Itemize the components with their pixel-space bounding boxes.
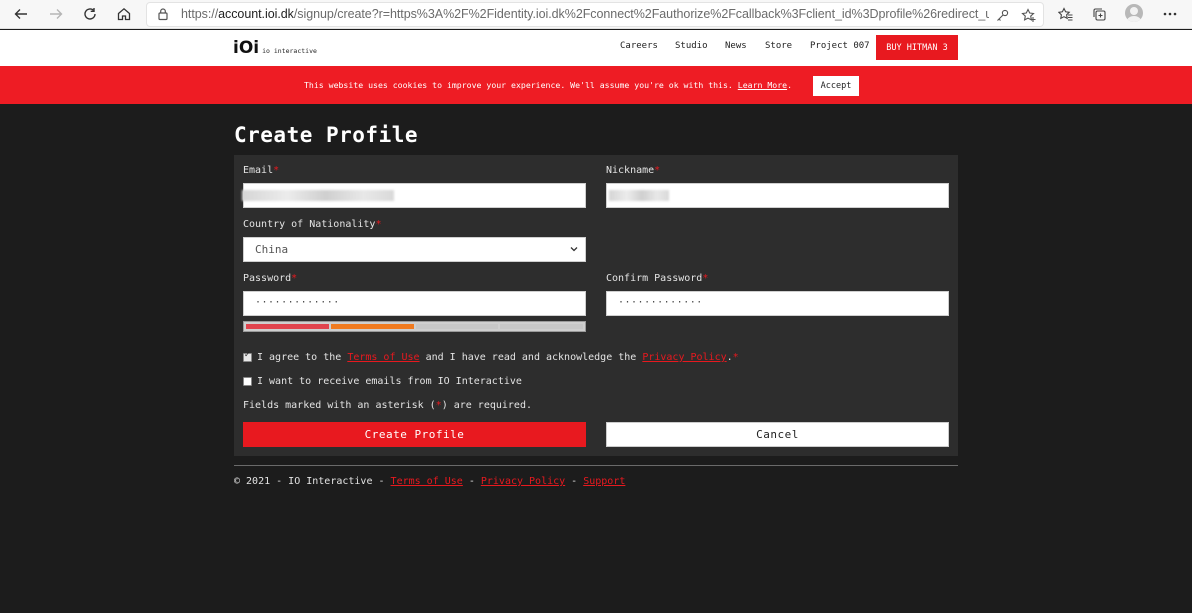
country-label: Country of Nationality* <box>243 219 381 230</box>
footer-separator: - <box>565 476 584 487</box>
forward-arrow-icon[interactable] <box>44 3 68 25</box>
country-label-text: Country of Nationality <box>243 219 376 230</box>
accept-cookies-button[interactable]: Accept <box>813 76 859 96</box>
footer-privacy-link[interactable]: Privacy Policy <box>481 476 565 487</box>
collections-icon[interactable] <box>1088 3 1110 25</box>
buy-hitman-button[interactable]: BUY HITMAN 3 <box>876 35 958 60</box>
confirm-password-label: Confirm Password* <box>606 273 708 284</box>
copyright-text: © 2021 - IO Interactive - <box>234 476 391 487</box>
browser-toolbar: https://account.ioi.dk/signup/create?r=h… <box>0 0 1192 29</box>
footer-separator: - <box>462 476 481 487</box>
strength-segment <box>246 324 329 329</box>
lock-icon[interactable] <box>156 7 170 21</box>
email-field[interactable] <box>242 183 586 208</box>
url-text[interactable]: https://account.ioi.dk/signup/create?r=h… <box>181 7 989 21</box>
password-field[interactable]: ············· <box>243 291 586 316</box>
cookie-banner: This website uses cookies to improve you… <box>0 66 1192 104</box>
home-icon[interactable] <box>112 3 136 25</box>
cookie-period: . <box>787 80 793 90</box>
strength-segment <box>500 324 583 329</box>
required-asterisk: * <box>291 273 298 284</box>
note-suffix: ) are required. <box>441 400 532 411</box>
confirm-label-text: Confirm Password <box>606 273 703 284</box>
logo-mark: iOi <box>233 38 260 58</box>
url-path: /signup/create?r=https%3A%2F%2Fidentity.… <box>293 7 989 21</box>
cookie-message: This website uses cookies to improve you… <box>304 80 792 90</box>
strength-segment <box>330 324 414 329</box>
password-mask: ············· <box>255 297 340 308</box>
favorite-add-icon[interactable] <box>1019 6 1037 24</box>
country-select[interactable]: China <box>243 237 586 262</box>
cancel-button[interactable]: Cancel <box>606 422 949 447</box>
confirm-password-mask: ············· <box>618 297 703 308</box>
nav-store[interactable]: Store <box>765 41 792 51</box>
agree-middle: and I have read and acknowledge the <box>419 352 643 363</box>
footer-support-link[interactable]: Support <box>583 476 625 487</box>
ioi-logo[interactable]: iOi io interactive <box>233 39 317 57</box>
create-profile-button[interactable]: Create Profile <box>243 422 586 447</box>
redacted-nickname <box>609 190 669 201</box>
note-prefix: Fields marked with an asterisk ( <box>243 400 436 411</box>
required-asterisk: * <box>702 273 709 284</box>
agree-terms-text: I agree to the Terms of Use and I have r… <box>257 352 739 363</box>
nav-project-007[interactable]: Project 007 <box>810 41 870 51</box>
logo-wordmark: io interactive <box>262 47 317 55</box>
nav-careers[interactable]: Careers <box>620 41 658 51</box>
receive-emails-text: I want to receive emails from IO Interac… <box>257 376 522 387</box>
email-label-text: Email <box>243 165 274 176</box>
required-fields-note: Fields marked with an asterisk (*) are r… <box>243 400 532 411</box>
back-arrow-icon[interactable] <box>9 3 33 25</box>
cookie-text: This website uses cookies to improve you… <box>304 80 738 90</box>
more-menu-icon[interactable] <box>1159 3 1181 25</box>
agree-terms-checkbox[interactable] <box>243 350 252 362</box>
required-asterisk: * <box>375 219 382 230</box>
nickname-label: Nickname* <box>606 165 660 176</box>
redacted-email <box>242 190 394 201</box>
receive-emails-checkbox[interactable] <box>243 377 252 386</box>
password-label-text: Password <box>243 273 292 284</box>
page-title: Create Profile <box>234 123 419 147</box>
refresh-icon[interactable] <box>78 3 102 25</box>
profile-avatar-icon[interactable] <box>1125 4 1143 22</box>
nav-news[interactable]: News <box>725 41 747 51</box>
confirm-password-field[interactable]: ············· <box>606 291 949 316</box>
nav-studio[interactable]: Studio <box>675 41 708 51</box>
required-asterisk: * <box>273 165 280 176</box>
footer-divider <box>234 465 958 466</box>
nickname-label-text: Nickname <box>606 165 655 176</box>
footer-terms-link[interactable]: Terms of Use <box>391 476 463 487</box>
learn-more-link[interactable]: Learn More <box>738 80 787 90</box>
chevron-down-icon <box>570 247 578 252</box>
address-bar[interactable]: https://account.ioi.dk/signup/create?r=h… <box>146 2 1044 27</box>
required-asterisk: * <box>654 165 661 176</box>
strength-segment <box>415 324 499 329</box>
terms-of-use-link[interactable]: Terms of Use <box>347 352 419 363</box>
country-selected-value: China <box>255 243 289 256</box>
password-strength-meter <box>243 321 586 332</box>
privacy-policy-link[interactable]: Privacy Policy <box>642 352 726 363</box>
favorites-icon[interactable] <box>1054 3 1076 25</box>
footer: © 2021 - IO Interactive - Terms of Use -… <box>234 476 625 487</box>
url-scheme: https:// <box>181 7 219 21</box>
nickname-field[interactable] <box>606 183 949 208</box>
url-host: account.ioi.dk <box>218 7 294 21</box>
required-asterisk: * <box>732 352 739 363</box>
agree-prefix: I agree to the <box>257 352 348 363</box>
site-header: iOi io interactive Careers Studio News S… <box>0 30 1192 66</box>
password-label: Password* <box>243 273 297 284</box>
key-icon[interactable] <box>993 6 1011 24</box>
email-label: Email* <box>243 165 279 176</box>
